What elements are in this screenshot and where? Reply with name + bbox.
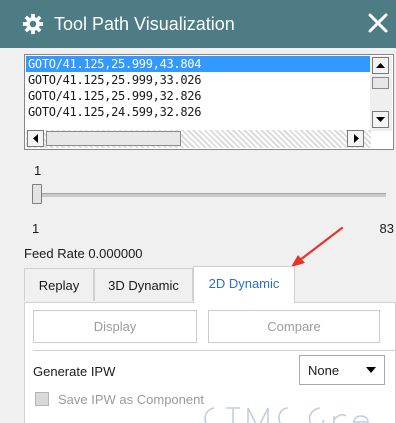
arrow-up-icon (376, 63, 385, 68)
vertical-scrollbar[interactable] (370, 56, 392, 131)
generate-ipw-select[interactable]: None (299, 355, 385, 385)
window-title: Tool Path Visualization (54, 14, 235, 34)
save-ipw-label: Save IPW as Component (58, 392, 204, 407)
scrollbar-thumb[interactable] (372, 77, 389, 89)
scroll-down-button[interactable] (372, 111, 389, 128)
divider (33, 350, 395, 351)
horizontal-scrollbar[interactable] (26, 130, 371, 148)
gear-icon (22, 13, 44, 35)
save-ipw-checkbox[interactable] (35, 392, 49, 406)
generate-ipw-label: Generate IPW (33, 364, 116, 379)
tab-2d-dynamic[interactable]: 2D Dynamic (193, 266, 295, 303)
slider-max-label: 83 (379, 221, 394, 236)
close-icon[interactable] (366, 11, 390, 35)
chevron-down-icon (366, 367, 376, 373)
scroll-left-button[interactable] (27, 130, 44, 147)
list-item[interactable]: GOTO/41.125,25.999,43.804 (26, 56, 371, 72)
arrow-right-icon (354, 134, 359, 143)
toolpath-listbox[interactable]: GOTO/41.125,25.999,43.804 GOTO/41.125,25… (24, 54, 394, 150)
list-item[interactable]: GOTO/41.125,25.999,32.826 (26, 88, 371, 104)
generate-ipw-value: None (308, 363, 340, 378)
slider-track[interactable] (34, 193, 386, 197)
scrollbar-thumb[interactable] (46, 131, 181, 146)
tab-3d-dynamic[interactable]: 3D Dynamic (94, 268, 193, 301)
list-item[interactable]: GOTO/41.125,24.599,32.826 (26, 104, 371, 120)
toolpath-list: GOTO/41.125,25.999,43.804 GOTO/41.125,25… (26, 56, 371, 131)
annotation-arrow-icon (291, 226, 344, 267)
tab-replay[interactable]: Replay (24, 268, 94, 301)
title-bar: Tool Path Visualization (0, 0, 396, 48)
scroll-right-button[interactable] (347, 130, 364, 147)
slider-min-label: 1 (32, 221, 40, 236)
arrow-down-icon (376, 117, 385, 122)
arrow-left-icon (33, 134, 38, 143)
compare-button[interactable]: Compare (208, 310, 380, 343)
watermark-logo (204, 407, 369, 423)
feed-rate-label: Feed Rate 0.000000 (24, 246, 143, 261)
scroll-up-button[interactable] (372, 57, 389, 74)
slider-thumb[interactable] (32, 184, 42, 204)
slider-current-value: 1 (34, 163, 42, 178)
display-button[interactable]: Display (33, 310, 197, 343)
list-item[interactable]: GOTO/41.125,25.999,33.026 (26, 72, 371, 88)
